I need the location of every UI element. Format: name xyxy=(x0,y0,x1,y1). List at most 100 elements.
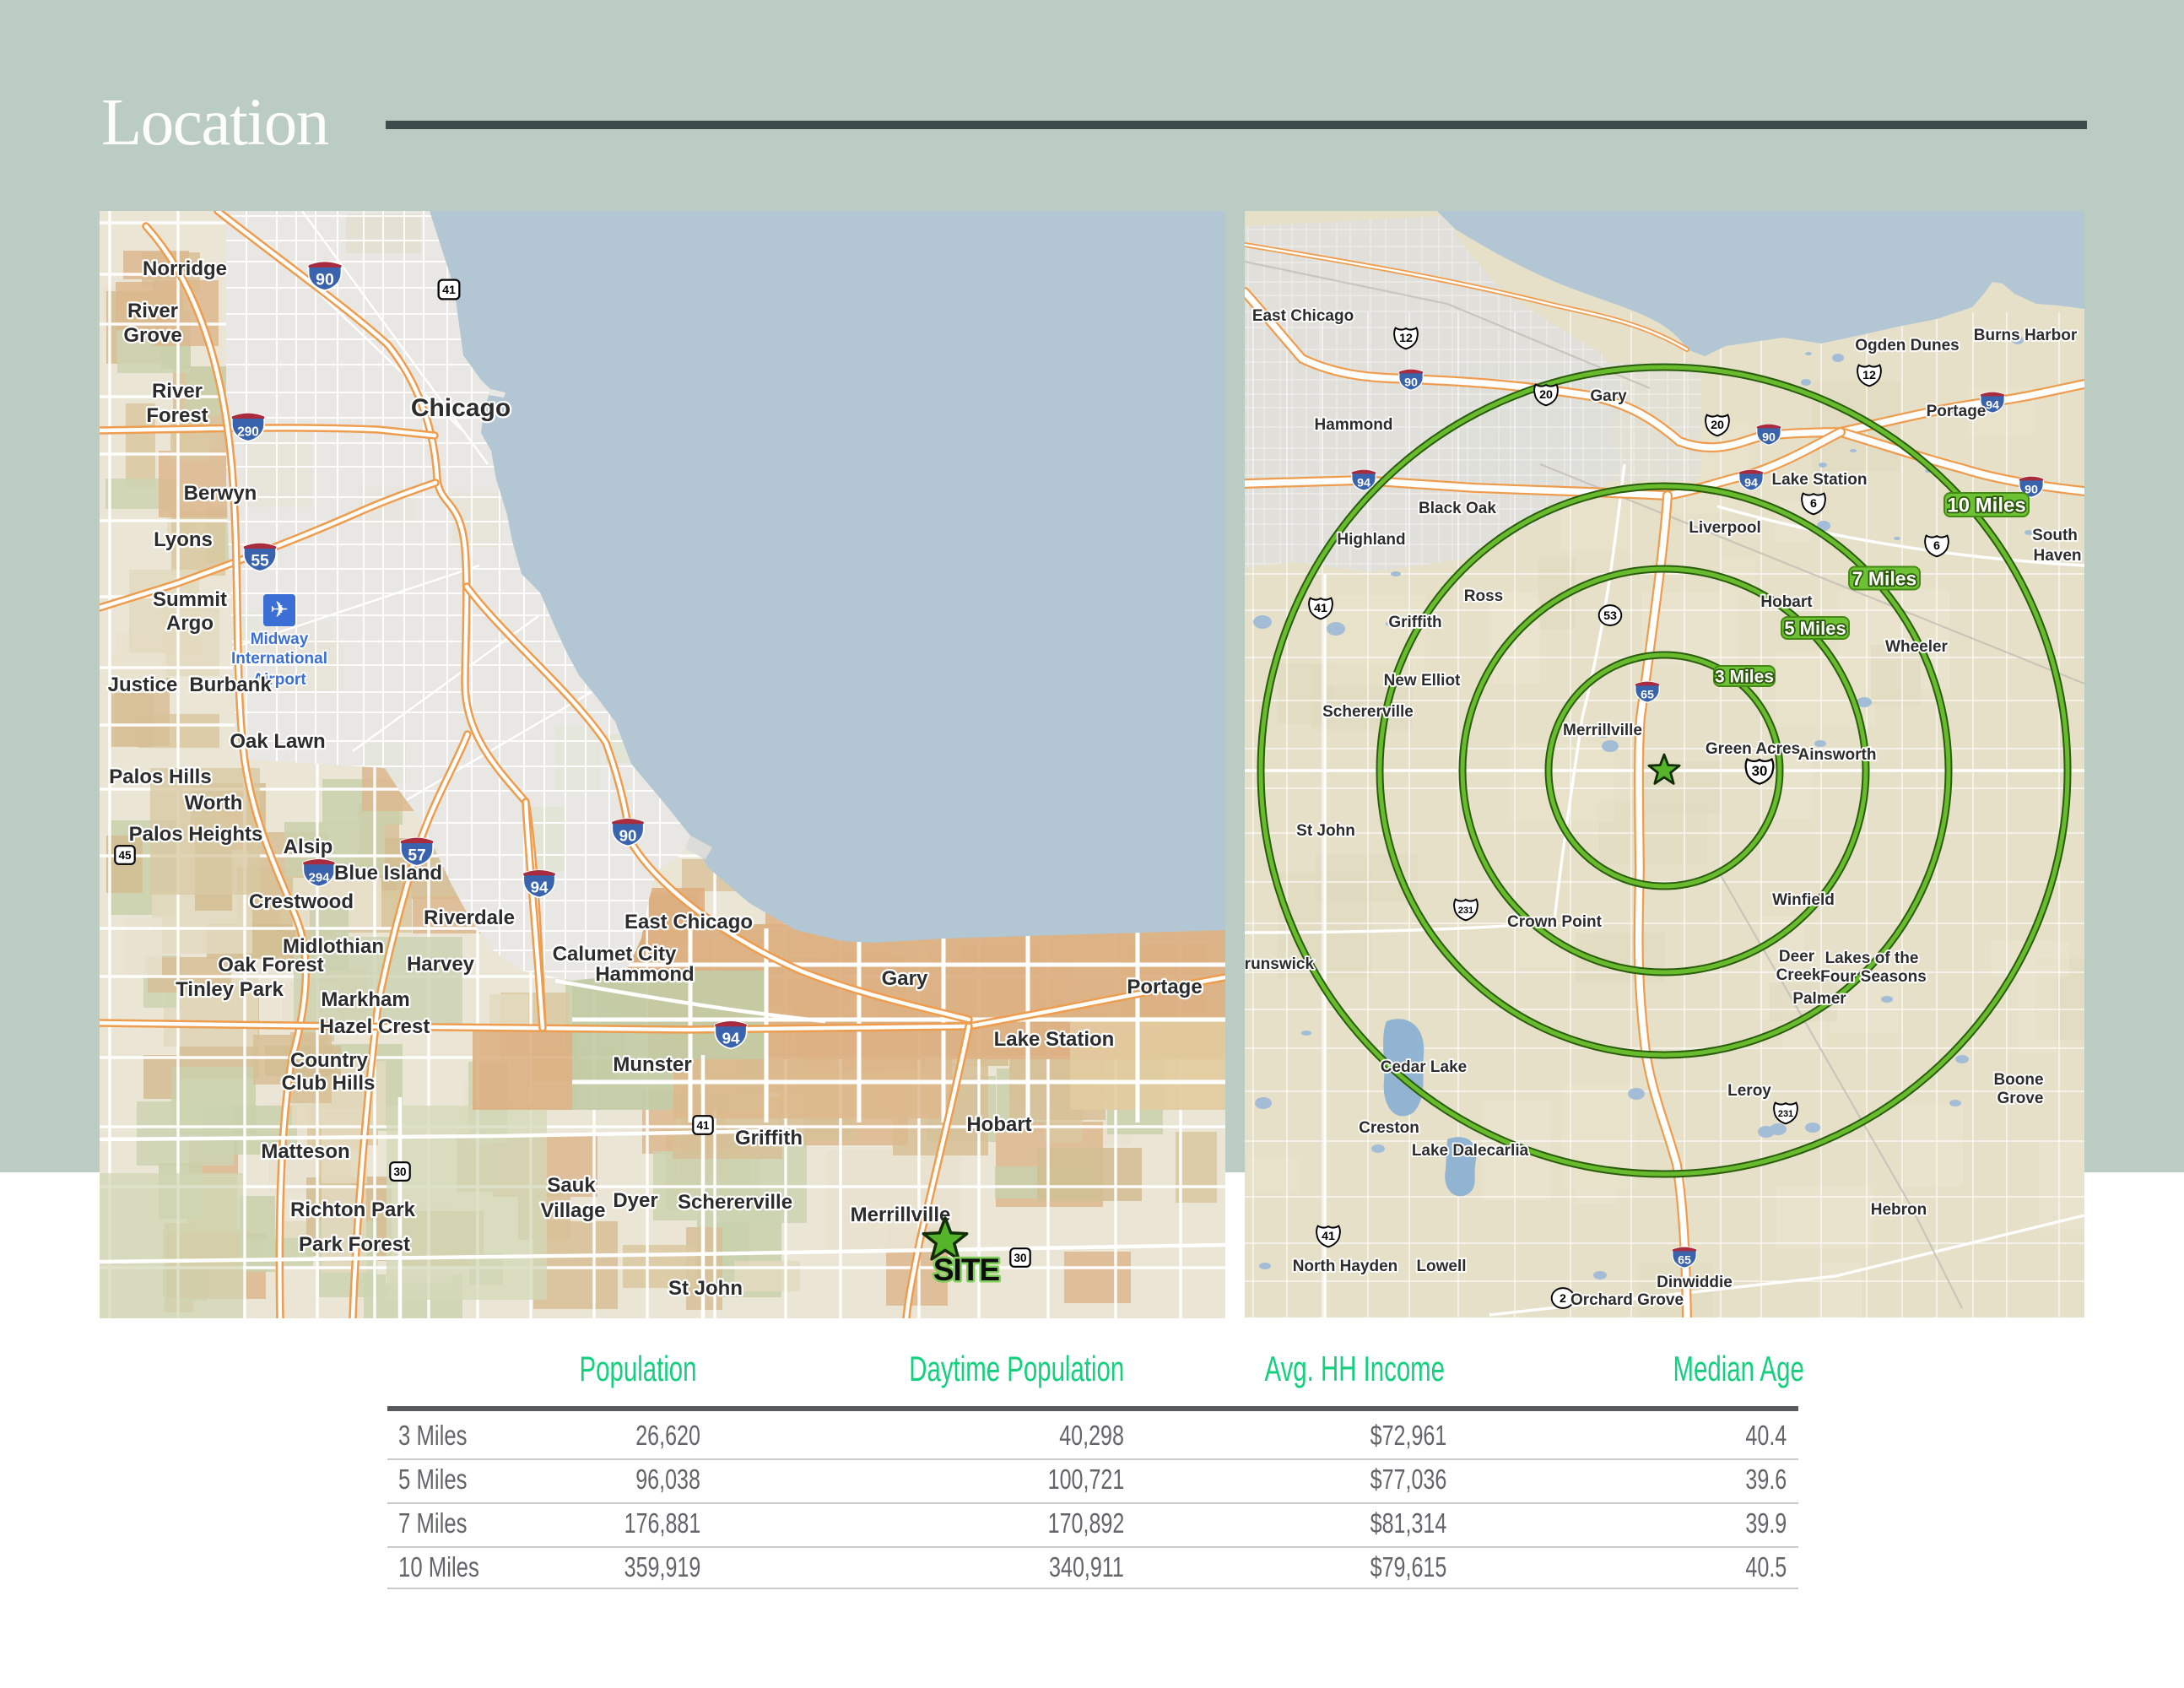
svg-text:231: 231 xyxy=(1458,906,1473,916)
svg-text:6: 6 xyxy=(1810,497,1817,511)
svg-text:231: 231 xyxy=(1778,1109,1793,1119)
svg-text:294: 294 xyxy=(308,870,330,885)
svg-text:Boone: Boone xyxy=(1993,1071,2043,1089)
svg-text:90: 90 xyxy=(316,271,334,289)
svg-text:Lake Station: Lake Station xyxy=(1772,471,1868,489)
svg-text:Richton Park: Richton Park xyxy=(290,1198,416,1221)
svg-text:94: 94 xyxy=(722,1029,740,1047)
svg-text:Argo: Argo xyxy=(166,612,214,635)
svg-text:94: 94 xyxy=(1357,477,1370,490)
svg-text:Deer: Deer xyxy=(1779,948,1815,966)
svg-text:Oak Lawn: Oak Lawn xyxy=(230,730,325,753)
svg-text:Park Forest: Park Forest xyxy=(299,1233,410,1256)
svg-text:River: River xyxy=(152,380,203,403)
svg-text:✈: ✈ xyxy=(270,597,289,622)
svg-text:International: International xyxy=(231,650,327,668)
svg-text:Creek: Creek xyxy=(1776,966,1821,984)
svg-text:Griffith: Griffith xyxy=(1388,614,1441,631)
svg-text:53: 53 xyxy=(1603,609,1617,623)
svg-text:Hobart: Hobart xyxy=(1760,593,1813,611)
svg-text:Burbank: Burbank xyxy=(189,674,272,696)
svg-text:Winfield: Winfield xyxy=(1772,891,1835,909)
svg-text:Grove: Grove xyxy=(1997,1090,2044,1107)
svg-text:Justice: Justice xyxy=(108,674,178,696)
svg-text:94: 94 xyxy=(531,878,549,895)
svg-text:30: 30 xyxy=(393,1166,406,1178)
svg-text:Lake Station: Lake Station xyxy=(994,1028,1115,1051)
svg-text:East Chicago: East Chicago xyxy=(624,911,753,933)
svg-text:Hobart: Hobart xyxy=(966,1113,1031,1136)
svg-text:Burns Harbor: Burns Harbor xyxy=(1974,327,2078,344)
svg-text:Riverdale: Riverdale xyxy=(424,906,515,929)
svg-text:55: 55 xyxy=(251,553,269,571)
svg-text:Palmer: Palmer xyxy=(1792,990,1846,1008)
svg-text:Leroy: Leroy xyxy=(1727,1082,1771,1100)
svg-text:Forest: Forest xyxy=(146,404,208,427)
svg-text:St John: St John xyxy=(668,1277,743,1300)
svg-text:Portage: Portage xyxy=(1927,403,1987,420)
svg-text:Norridge: Norridge xyxy=(143,257,227,280)
svg-text:Palos Heights: Palos Heights xyxy=(129,823,263,846)
svg-text:Lowell: Lowell xyxy=(1416,1258,1466,1275)
svg-text:Portage: Portage xyxy=(1127,976,1202,998)
svg-text:Grove: Grove xyxy=(123,324,181,347)
svg-text:South: South xyxy=(2032,527,2078,544)
svg-text:Palos Hills: Palos Hills xyxy=(109,766,211,788)
svg-text:Lyons: Lyons xyxy=(154,528,213,551)
svg-text:Calumet City: Calumet City xyxy=(553,943,677,966)
svg-text:41: 41 xyxy=(442,284,456,297)
svg-text:7 Miles: 7 Miles xyxy=(1852,567,1917,589)
svg-text:St John: St John xyxy=(1296,822,1355,840)
svg-text:12: 12 xyxy=(1399,332,1413,345)
svg-text:Cedar Lake: Cedar Lake xyxy=(1381,1058,1467,1076)
svg-text:River: River xyxy=(127,300,178,322)
svg-text:10 Miles: 10 Miles xyxy=(1947,495,2025,517)
svg-text:Orchard Grove: Orchard Grove xyxy=(1570,1291,1684,1309)
svg-text:Dinwiddie: Dinwiddie xyxy=(1657,1274,1733,1291)
svg-text:Alsip: Alsip xyxy=(284,836,333,858)
svg-text:Hammond: Hammond xyxy=(595,963,694,986)
svg-text:Berwyn: Berwyn xyxy=(184,482,257,505)
svg-text:5 Miles: 5 Miles xyxy=(1784,618,1846,639)
svg-text:41: 41 xyxy=(696,1119,710,1132)
svg-text:Matteson: Matteson xyxy=(261,1140,349,1163)
svg-text:Tinley Park: Tinley Park xyxy=(176,978,284,1001)
svg-text:Lakes of the: Lakes of the xyxy=(1825,950,1919,967)
svg-text:45: 45 xyxy=(118,849,132,862)
svg-text:Markham: Markham xyxy=(321,988,409,1011)
svg-text:Munster: Munster xyxy=(613,1053,691,1076)
svg-text:Sauk: Sauk xyxy=(547,1174,596,1197)
svg-text:290: 290 xyxy=(237,425,259,440)
svg-text:Ross: Ross xyxy=(1464,587,1503,605)
svg-text:90: 90 xyxy=(619,826,637,844)
svg-text:Haven: Haven xyxy=(2033,547,2081,565)
svg-text:Black Oak: Black Oak xyxy=(1419,500,1496,517)
svg-text:Country: Country xyxy=(290,1049,369,1072)
svg-text:SITE: SITE xyxy=(933,1252,1000,1287)
svg-text:90: 90 xyxy=(1404,376,1418,390)
svg-text:Ogden Dunes: Ogden Dunes xyxy=(1855,337,1960,354)
svg-text:41: 41 xyxy=(1322,1230,1335,1243)
svg-text:90: 90 xyxy=(1762,431,1776,445)
svg-text:East Chicago: East Chicago xyxy=(1252,307,1354,325)
svg-text:Summit: Summit xyxy=(153,588,227,611)
svg-text:Harvey: Harvey xyxy=(407,953,475,976)
svg-text:Hazel Crest: Hazel Crest xyxy=(320,1015,430,1038)
svg-text:Griffith: Griffith xyxy=(735,1127,803,1150)
svg-text:Oak Forest: Oak Forest xyxy=(218,954,323,977)
svg-text:Liverpool: Liverpool xyxy=(1689,519,1761,537)
svg-text:Hammond: Hammond xyxy=(1315,416,1393,434)
svg-text:Blue Island: Blue Island xyxy=(334,862,442,885)
svg-text:30: 30 xyxy=(1752,763,1768,779)
svg-text:North Hayden: North Hayden xyxy=(1293,1258,1398,1275)
svg-text:Merrillville: Merrillville xyxy=(1563,722,1642,739)
svg-text:94: 94 xyxy=(1986,399,1999,413)
svg-text:Highland: Highland xyxy=(1337,531,1405,549)
svg-text:12: 12 xyxy=(1862,369,1876,382)
svg-text:Four Seasons: Four Seasons xyxy=(1820,968,1927,986)
svg-text:Lake Dalecarlia: Lake Dalecarlia xyxy=(1412,1142,1529,1160)
svg-text:Crown Point: Crown Point xyxy=(1507,913,1603,931)
svg-text:65: 65 xyxy=(1678,1254,1691,1268)
svg-text:Worth: Worth xyxy=(185,792,243,814)
svg-text:Schererville: Schererville xyxy=(1322,703,1414,721)
